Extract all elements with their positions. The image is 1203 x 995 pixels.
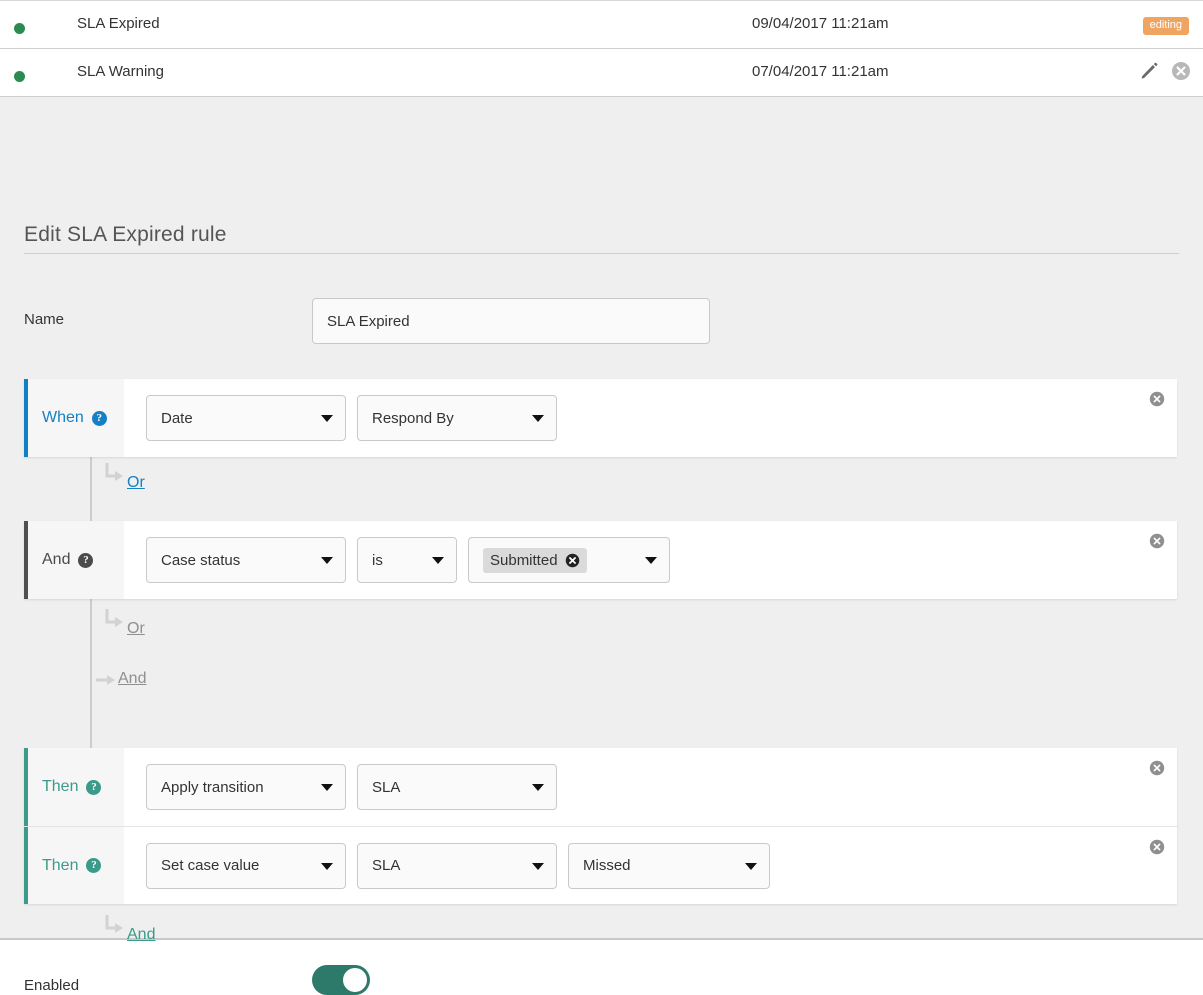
help-icon[interactable]: ? bbox=[91, 410, 107, 426]
rule-row: Then ? Set case value SLA Missed bbox=[24, 826, 1177, 904]
select-then-action[interactable]: Apply transition bbox=[146, 764, 346, 810]
select-then-value[interactable]: Missed bbox=[568, 842, 770, 889]
toggle-knob bbox=[343, 968, 367, 992]
chevron-down-icon bbox=[645, 557, 657, 564]
remove-action-button[interactable] bbox=[1149, 839, 1165, 855]
chevron-down-icon bbox=[532, 415, 544, 422]
rule-selects: Set case value SLA Missed bbox=[124, 842, 770, 889]
remove-condition-button[interactable] bbox=[1149, 391, 1165, 407]
rule-selects: Case status is Submitted bbox=[124, 537, 670, 583]
rule-label-and: And ? bbox=[24, 521, 124, 599]
status-badge: editing bbox=[1142, 17, 1189, 35]
edit-pencil-icon[interactable] bbox=[1139, 61, 1159, 81]
rule-label-text: And bbox=[42, 551, 71, 568]
select-value: Case status bbox=[161, 551, 241, 569]
list-item-date: 09/04/2017 11:21am bbox=[752, 15, 889, 32]
select-value: Set case value bbox=[161, 857, 260, 874]
chevron-down-icon bbox=[321, 862, 333, 870]
add-and-condition-link[interactable]: And bbox=[118, 670, 146, 688]
rules-list: SLA Expired 09/04/2017 11:21am editing S… bbox=[0, 0, 1203, 97]
rule-row: And ? Case status is Submitted bbox=[24, 521, 1177, 599]
list-item-actions bbox=[1139, 61, 1191, 81]
rule-label-then: Then ? bbox=[24, 827, 124, 904]
select-when-subject[interactable]: Date bbox=[146, 395, 346, 441]
add-and-action-link[interactable]: And bbox=[127, 926, 155, 944]
help-icon[interactable]: ? bbox=[86, 779, 102, 795]
connector-elbow-icon bbox=[104, 609, 126, 637]
select-value: Missed bbox=[583, 857, 631, 874]
help-icon[interactable]: ? bbox=[78, 552, 94, 568]
rule-block-then: Then ? Apply transition SLA Then ? Set c… bbox=[24, 748, 1177, 904]
enabled-label: Enabled bbox=[24, 977, 80, 994]
select-and-subject[interactable]: Case status bbox=[146, 537, 346, 583]
remove-action-button[interactable] bbox=[1149, 760, 1165, 776]
title-divider bbox=[24, 253, 1179, 254]
chevron-down-icon bbox=[432, 557, 444, 564]
select-then-target[interactable]: SLA bbox=[357, 764, 557, 810]
rule-selects: Apply transition SLA bbox=[124, 764, 557, 810]
rule-block-and: And ? Case status is Submitted bbox=[24, 521, 1177, 599]
add-or-condition-link[interactable]: Or bbox=[127, 620, 145, 638]
connector-elbow-icon bbox=[104, 463, 126, 491]
select-and-value[interactable]: Submitted bbox=[468, 537, 670, 583]
select-value: SLA bbox=[372, 857, 401, 874]
rule-label-text: When bbox=[42, 409, 84, 426]
select-then-target[interactable]: SLA bbox=[357, 842, 557, 889]
rule-row: When ? Date Respond By bbox=[24, 379, 1177, 457]
status-dot-icon bbox=[14, 23, 25, 34]
selected-value-chip: Submitted bbox=[483, 547, 587, 573]
delete-x-circle-icon[interactable] bbox=[1171, 61, 1191, 81]
enabled-toggle[interactable] bbox=[312, 965, 370, 995]
select-value: is bbox=[372, 551, 383, 569]
remove-condition-button[interactable] bbox=[1149, 533, 1165, 549]
chevron-down-icon bbox=[321, 557, 333, 564]
select-then-action[interactable]: Set case value bbox=[146, 842, 346, 889]
rule-label-when: When ? bbox=[24, 379, 124, 457]
rule-label-text: Then bbox=[42, 856, 79, 874]
connector-arrow-icon bbox=[96, 670, 118, 694]
rule-label-then: Then ? bbox=[24, 748, 124, 826]
rule-block-when: When ? Date Respond By bbox=[24, 379, 1177, 457]
list-item[interactable]: SLA Warning 07/04/2017 11:21am bbox=[0, 49, 1203, 97]
help-icon[interactable]: ? bbox=[86, 858, 102, 873]
rule-editor-panel: Edit SLA Expired rule Name When ? Date R… bbox=[0, 97, 1203, 995]
select-value: SLA bbox=[372, 778, 401, 796]
list-item-date: 07/04/2017 11:21am bbox=[752, 63, 889, 80]
chip-remove-icon[interactable] bbox=[565, 553, 580, 568]
chevron-down-icon bbox=[532, 784, 544, 791]
chevron-down-icon bbox=[745, 862, 757, 870]
chip-label: Submitted bbox=[490, 551, 558, 569]
name-label: Name bbox=[24, 311, 65, 328]
add-or-condition-link[interactable]: Or bbox=[127, 474, 145, 492]
name-input[interactable] bbox=[312, 298, 710, 344]
chevron-down-icon bbox=[321, 415, 333, 422]
select-value: Respond By bbox=[372, 409, 454, 427]
list-item[interactable]: SLA Expired 09/04/2017 11:21am editing bbox=[0, 1, 1203, 49]
chevron-down-icon bbox=[321, 784, 333, 791]
chevron-down-icon bbox=[532, 862, 544, 870]
list-item-name: SLA Warning bbox=[77, 63, 164, 80]
page-title: Edit SLA Expired rule bbox=[24, 223, 227, 246]
connector-trunk-line bbox=[90, 455, 92, 757]
rule-label-text: Then bbox=[42, 778, 79, 795]
select-value: Apply transition bbox=[161, 778, 264, 796]
rule-row: Then ? Apply transition SLA bbox=[24, 748, 1177, 826]
list-item-name: SLA Expired bbox=[77, 15, 160, 32]
select-when-field[interactable]: Respond By bbox=[357, 395, 557, 441]
status-dot-icon bbox=[14, 71, 25, 82]
select-and-operator[interactable]: is bbox=[357, 537, 457, 583]
rule-selects: Date Respond By bbox=[124, 395, 557, 441]
select-value: Date bbox=[161, 409, 193, 427]
